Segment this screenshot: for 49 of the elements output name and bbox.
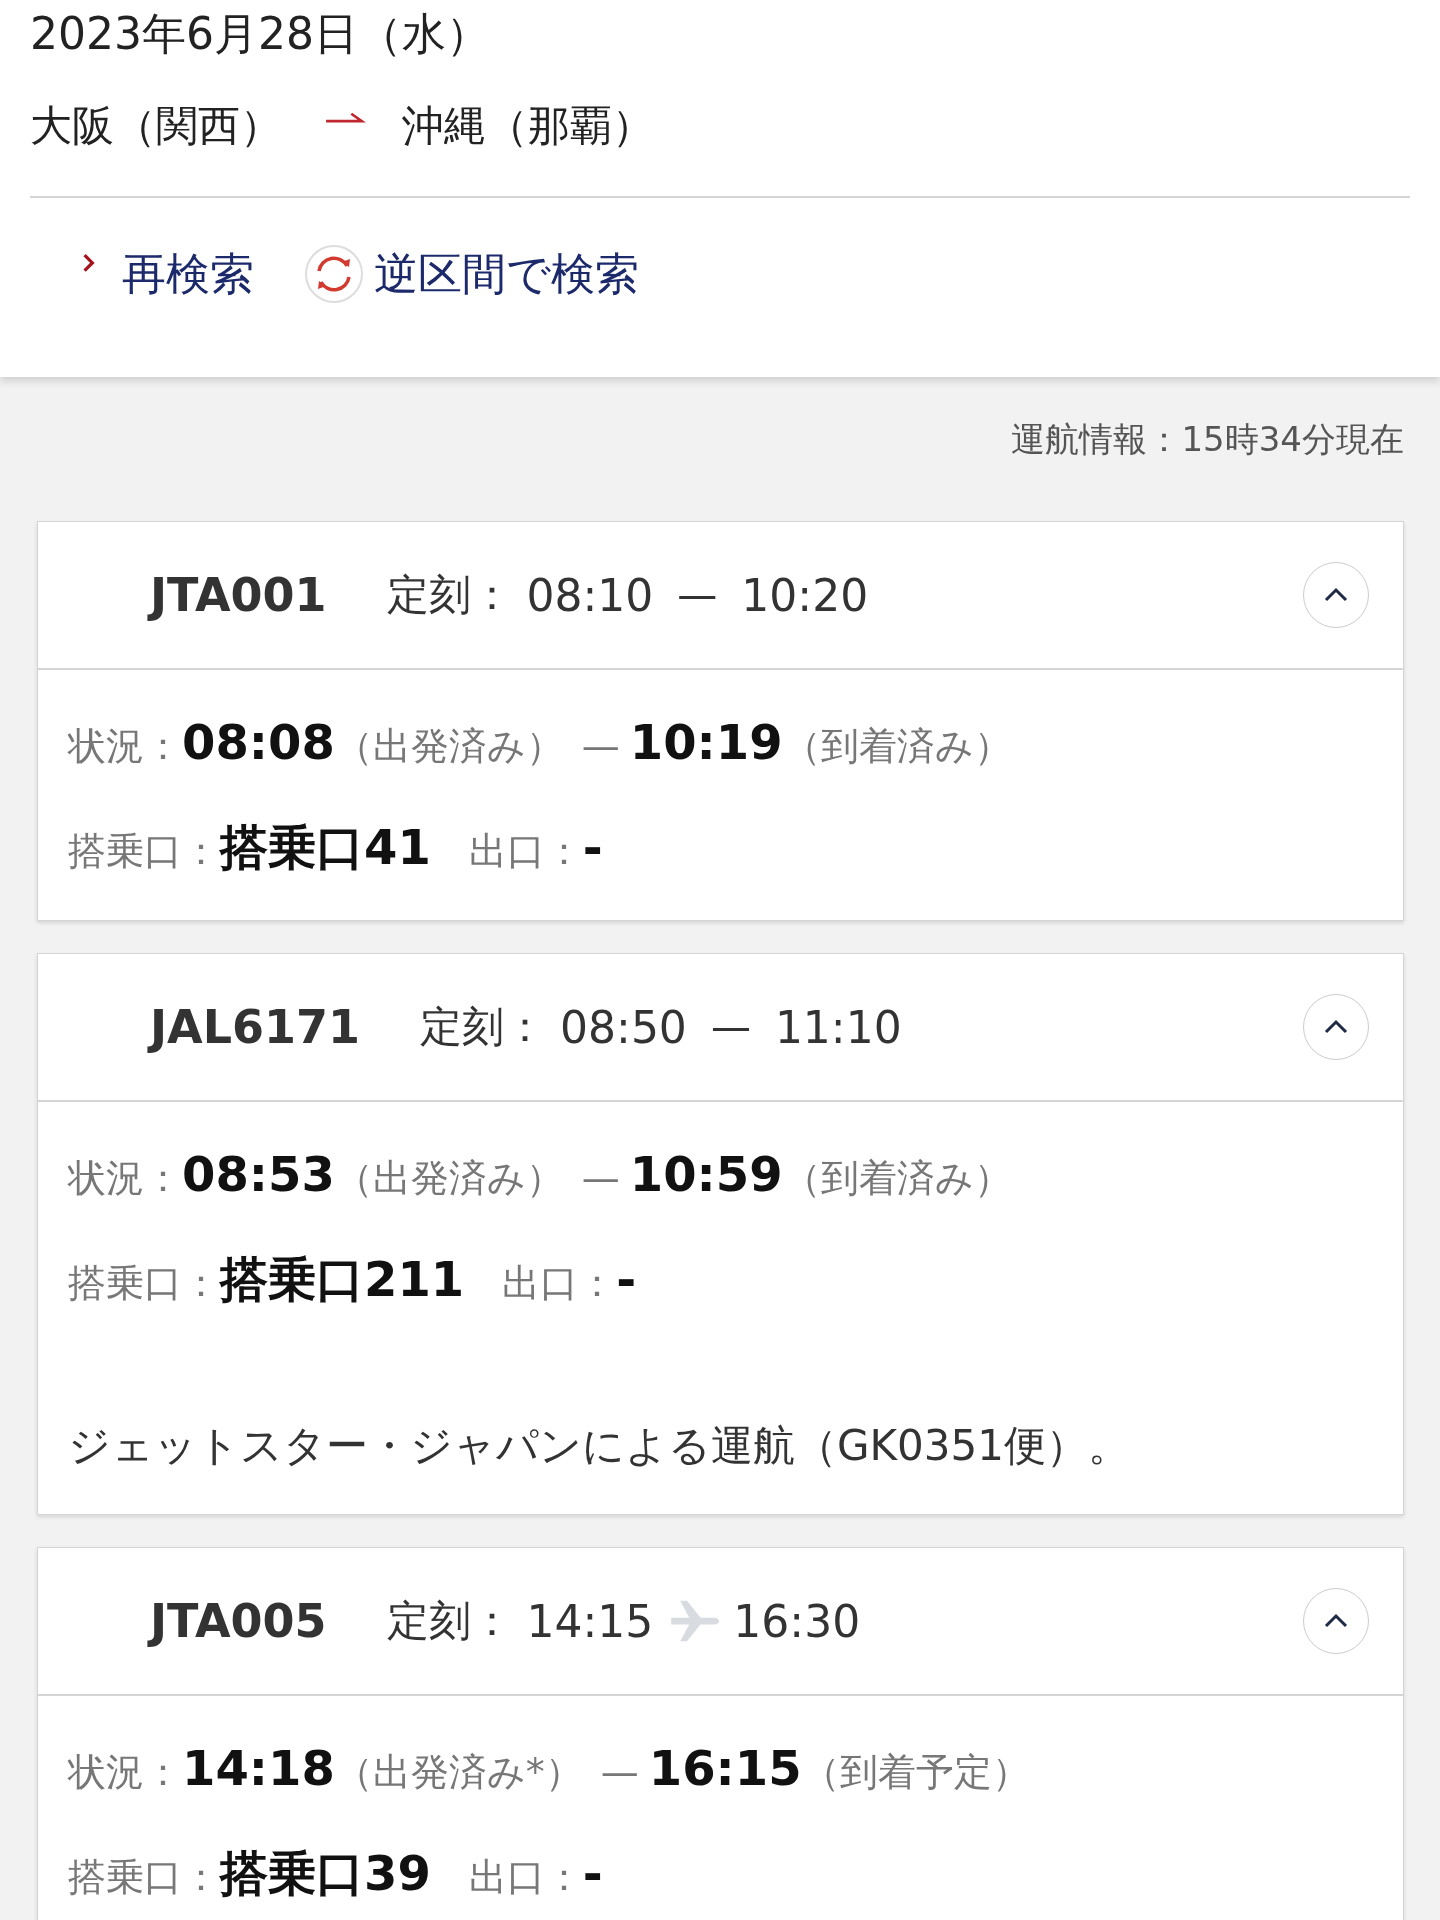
departure-time: 08:10 <box>526 569 654 621</box>
status-separator: — <box>581 1156 620 1200</box>
destination-city: 沖縄（那覇） <box>402 100 654 152</box>
status-label: 状況： <box>68 1155 182 1202</box>
actual-arrival: 10:19 <box>629 714 783 770</box>
arrival-status: （到着済み） <box>782 1155 1012 1202</box>
search-link[interactable]: 逆区間で検索 <box>304 244 639 304</box>
refresh-icon <box>304 244 364 304</box>
gate-value: 搭乗口41 <box>220 818 431 877</box>
status-separator: — <box>581 724 620 768</box>
scheduled-label: 定刻： <box>386 1595 513 1647</box>
gate-label: 搭乗口： <box>68 1261 220 1307</box>
exit-label: 出口： <box>468 828 583 875</box>
gate-label: 搭乗口： <box>68 829 220 875</box>
actual-arrival: 16:15 <box>648 1740 802 1796</box>
time-separator: — <box>710 1004 751 1050</box>
status-label: 状況： <box>68 1749 182 1796</box>
exit-value: - <box>582 1845 603 1901</box>
departure-status: （出発済み*） <box>334 1749 583 1796</box>
scheduled-label: 定刻： <box>386 569 513 621</box>
actual-departure: 08:53 <box>182 1146 335 1202</box>
gate-label: 搭乗口： <box>68 1855 220 1901</box>
arrival-status: （到着済み） <box>782 723 1012 770</box>
operator-note: ジェットスター・ジャパンによる運航（GK0351便）。 <box>68 1420 1131 1472</box>
exit-label: 出口： <box>502 1260 617 1307</box>
exit-value: - <box>582 819 603 875</box>
search-link[interactable]: 再検索 <box>82 244 254 304</box>
scheduled-label: 定刻： <box>420 1001 547 1053</box>
origin-city: 大阪（関西） <box>30 100 282 152</box>
departure-status: （出発済み） <box>334 1155 564 1202</box>
update-time-text: 運航情報：15時34分現在 <box>1010 418 1404 461</box>
time-separator: — <box>677 572 718 618</box>
arrival-status: （到着予定） <box>801 1749 1030 1796</box>
exit-label: 出口： <box>468 1854 583 1901</box>
departure-time: 14:15 <box>526 1595 654 1647</box>
arrival-time: 16:30 <box>733 1595 861 1647</box>
arrival-time: 10:20 <box>741 569 869 621</box>
gate-value: 搭乗口39 <box>220 1844 431 1903</box>
departure-time: 08:50 <box>560 1001 687 1053</box>
departure-status: （出発済み） <box>334 723 564 770</box>
gate-value: 搭乗口211 <box>220 1250 465 1309</box>
status-label: 状況： <box>68 723 182 770</box>
exit-value: - <box>616 1251 637 1307</box>
actual-arrival: 10:59 <box>629 1146 783 1202</box>
actual-departure: 08:08 <box>182 714 335 770</box>
arrival-time: 11:10 <box>774 1001 902 1053</box>
actual-departure: 14:18 <box>182 1740 335 1796</box>
status-separator: — <box>600 1750 639 1794</box>
date-title: 2023年6月28日（水） <box>30 7 491 61</box>
